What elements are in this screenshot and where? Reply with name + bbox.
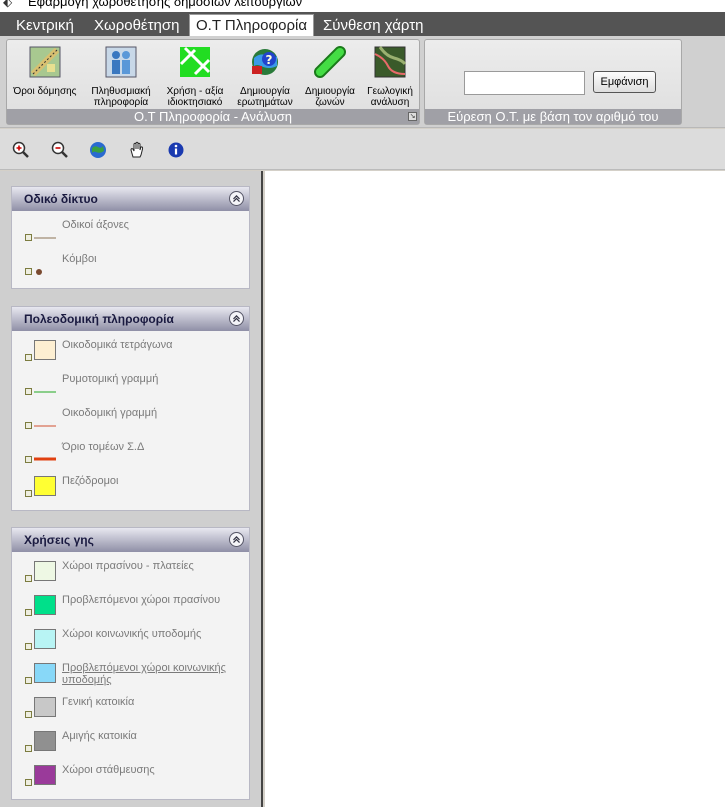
zoom-in-icon[interactable] <box>12 141 30 159</box>
zoom-out-icon[interactable] <box>51 141 69 159</box>
layer-item: Προβλεπόμενοι χώροι πρασίνου <box>12 592 249 620</box>
map-toolbar <box>0 129 725 170</box>
layer-checkbox[interactable] <box>25 422 32 429</box>
fill-swatch <box>34 476 56 496</box>
layer-checkbox[interactable] <box>25 745 32 752</box>
layer-checkbox[interactable] <box>25 268 32 275</box>
fill-swatch <box>34 731 56 751</box>
fill-swatch <box>34 595 56 615</box>
block-number-input[interactable] <box>464 71 585 95</box>
geological-analysis-button[interactable]: Γεωλογική ανάλυση <box>357 46 423 108</box>
dialog-launcher-icon[interactable]: ↘ <box>408 112 417 121</box>
layer-item: Χώροι κοινωνικής υποδομής <box>12 626 249 654</box>
info-icon[interactable] <box>167 141 185 159</box>
node-dot-icon <box>36 269 42 275</box>
layer-item: Προβλεπόμενοι χώροι κοινωνικής υποδομής <box>12 660 249 688</box>
create-zones-button[interactable]: Δημιουργία ζωνών <box>297 46 363 108</box>
collapse-chevron-icon[interactable] <box>229 532 244 547</box>
show-button[interactable]: Εμφάνιση <box>593 71 656 93</box>
panel-road-network: Οδικό δίκτυο Οδικοί άξονες Κόμβοι <box>11 186 250 289</box>
fill-swatch <box>34 765 56 785</box>
query-globe-icon: ? <box>252 49 278 75</box>
group-analysis-footer: Ο.Τ Πληροφορία - Ανάλυση ↘ <box>7 109 419 124</box>
layer-item: Οδικοί άξονες <box>12 217 249 245</box>
window-title: Εφαρμογή χωροθέτησης δημοσίων λειτουργιώ… <box>28 0 303 9</box>
geology-map-icon <box>374 46 407 78</box>
group-block-analysis: Όροι δόμησης Πληθυσμιακή πληροφορία Χρήσ… <box>6 39 420 125</box>
collapse-chevron-icon[interactable] <box>229 311 244 326</box>
population-info-button[interactable]: Πληθυσμιακή πληροφορία <box>88 46 154 108</box>
layer-item: Πεζόδρομοι <box>12 473 249 501</box>
thick-line-symbol-icon <box>34 457 56 461</box>
layer-checkbox[interactable] <box>25 354 32 361</box>
layer-checkbox[interactable] <box>25 388 32 395</box>
layer-checkbox[interactable] <box>25 609 32 616</box>
tab-home[interactable]: Κεντρική <box>10 15 80 36</box>
building-terms-icon <box>29 46 61 78</box>
map-canvas[interactable] <box>265 171 725 807</box>
layer-item: Χώροι στάθμευσης <box>12 762 249 790</box>
fill-swatch <box>34 663 56 683</box>
layer-item: Κόμβοι <box>12 251 249 279</box>
fill-swatch <box>34 561 56 581</box>
window-title-bar: ⬖ Εφαρμογή χωροθέτησης δημοσίων λειτουργ… <box>0 0 725 12</box>
layer-item: Χώροι πρασίνου - πλατείες <box>12 558 249 586</box>
fill-swatch <box>34 697 56 717</box>
tab-block-info[interactable]: Ο.Τ Πληροφορία <box>189 14 315 36</box>
layer-checkbox[interactable] <box>25 456 32 463</box>
fill-swatch <box>34 629 56 649</box>
ribbon: Όροι δόμησης Πληθυσμιακή πληροφορία Χρήσ… <box>0 36 725 128</box>
group-block-search: Εμφάνιση Εύρεση Ο.Τ. με βάση τον αριθμό … <box>424 39 682 125</box>
layer-checkbox[interactable] <box>25 779 32 786</box>
layer-checkbox[interactable] <box>25 234 32 241</box>
layer-checkbox[interactable] <box>25 575 32 582</box>
panel-header: Χρήσεις γης <box>12 528 249 552</box>
layer-item: Γενική κατοικία <box>12 694 249 722</box>
layer-checkbox[interactable] <box>25 711 32 718</box>
building-terms-button[interactable]: Όροι δόμησης <box>12 46 78 97</box>
land-use-value-icon <box>179 46 211 77</box>
layer-item: Όριο τομέων Σ.Δ <box>12 439 249 467</box>
layer-item: Ρυμοτομική γραμμή <box>12 371 249 399</box>
layer-checkbox[interactable] <box>25 643 32 650</box>
app-icon: ⬖ <box>3 0 13 9</box>
layer-item: Οικοδομικά τετράγωνα <box>12 337 249 365</box>
line-symbol-icon <box>34 391 56 393</box>
collapse-chevron-icon[interactable] <box>229 191 244 206</box>
land-use-value-button[interactable]: Χρήση - αξία ιδιοκτησιακό <box>162 46 228 108</box>
tab-siting[interactable]: Χωροθέτηση <box>88 15 186 36</box>
panel-header: Οδικό δίκτυο <box>12 187 249 211</box>
layers-sidebar: Οδικό δίκτυο Οδικοί άξονες Κόμβοι Πολεοδ… <box>0 171 263 807</box>
tab-map-composition[interactable]: Σύνθεση χάρτη <box>317 15 430 36</box>
layer-item: Οικοδομική γραμμή <box>12 405 249 433</box>
line-symbol-icon <box>34 425 56 427</box>
svg-text:?: ? <box>266 53 273 67</box>
layer-checkbox[interactable] <box>25 490 32 497</box>
panel-urban-planning: Πολεοδομική πληροφορία Οικοδομικά τετράγ… <box>11 306 250 511</box>
line-symbol-icon <box>34 237 56 239</box>
layer-item: Αμιγής κατοικία <box>12 728 249 756</box>
panel-header: Πολεοδομική πληροφορία <box>12 307 249 331</box>
panel-land-uses: Χρήσεις γης Χώροι πρασίνου - πλατείες Πρ… <box>11 527 250 800</box>
fill-swatch <box>34 340 56 360</box>
pan-hand-icon[interactable] <box>128 141 146 159</box>
globe-full-extent-icon[interactable] <box>89 141 107 159</box>
layer-checkbox[interactable] <box>25 677 32 684</box>
group-search-footer: Εύρεση Ο.Τ. με βάση τον αριθμό του <box>425 109 681 124</box>
ribbon-tab-bar: Κεντρική Χωροθέτηση Ο.Τ Πληροφορία Σύνθε… <box>0 12 725 36</box>
create-queries-button[interactable]: ? Δημιουργία ερωτημάτων <box>232 46 298 108</box>
zone-buffer-icon <box>314 46 346 78</box>
population-icon <box>105 46 137 78</box>
